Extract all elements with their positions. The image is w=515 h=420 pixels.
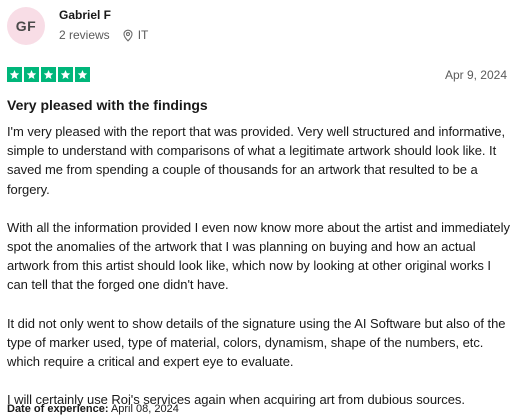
reviewer-name[interactable]: Gabriel F bbox=[59, 8, 148, 22]
reviewer-country: IT bbox=[137, 28, 149, 42]
reviewer-info: Gabriel F 2 reviews IT bbox=[59, 8, 148, 42]
review-title[interactable]: Very pleased with the findings bbox=[7, 97, 208, 114]
reviewer-header: GF Gabriel F 2 reviews IT bbox=[7, 7, 148, 45]
star-icon bbox=[41, 67, 56, 82]
review-paragraph: I'm very pleased with the report that wa… bbox=[7, 124, 506, 197]
star-icon bbox=[7, 67, 22, 82]
review-paragraph: It did not only went to show details of … bbox=[7, 315, 506, 370]
star-icon bbox=[75, 67, 90, 82]
rating-row: Apr 9, 2024 bbox=[7, 67, 507, 82]
review-date: Apr 9, 2024 bbox=[444, 67, 507, 82]
avatar[interactable]: GF bbox=[7, 7, 45, 45]
star-icon bbox=[24, 67, 39, 82]
avatar-initials: GF bbox=[15, 18, 37, 34]
reviewer-meta: 2 reviews IT bbox=[59, 28, 148, 42]
review-body: I'm very pleased with the report that wa… bbox=[7, 122, 511, 420]
review-card: GF Gabriel F 2 reviews IT Apr 9, 2024 Ve… bbox=[0, 0, 515, 420]
location-pin-icon bbox=[122, 29, 134, 42]
date-of-experience-value: April 08, 2024 bbox=[110, 403, 179, 415]
date-of-experience-label: Date of experience: bbox=[7, 403, 109, 415]
review-paragraph: With all the information provided I even… bbox=[7, 219, 510, 293]
star-rating bbox=[7, 67, 90, 82]
star-icon bbox=[58, 67, 73, 82]
reviews-count: 2 reviews bbox=[59, 28, 110, 42]
date-of-experience: Date of experience: April 08, 2024 bbox=[7, 403, 179, 416]
